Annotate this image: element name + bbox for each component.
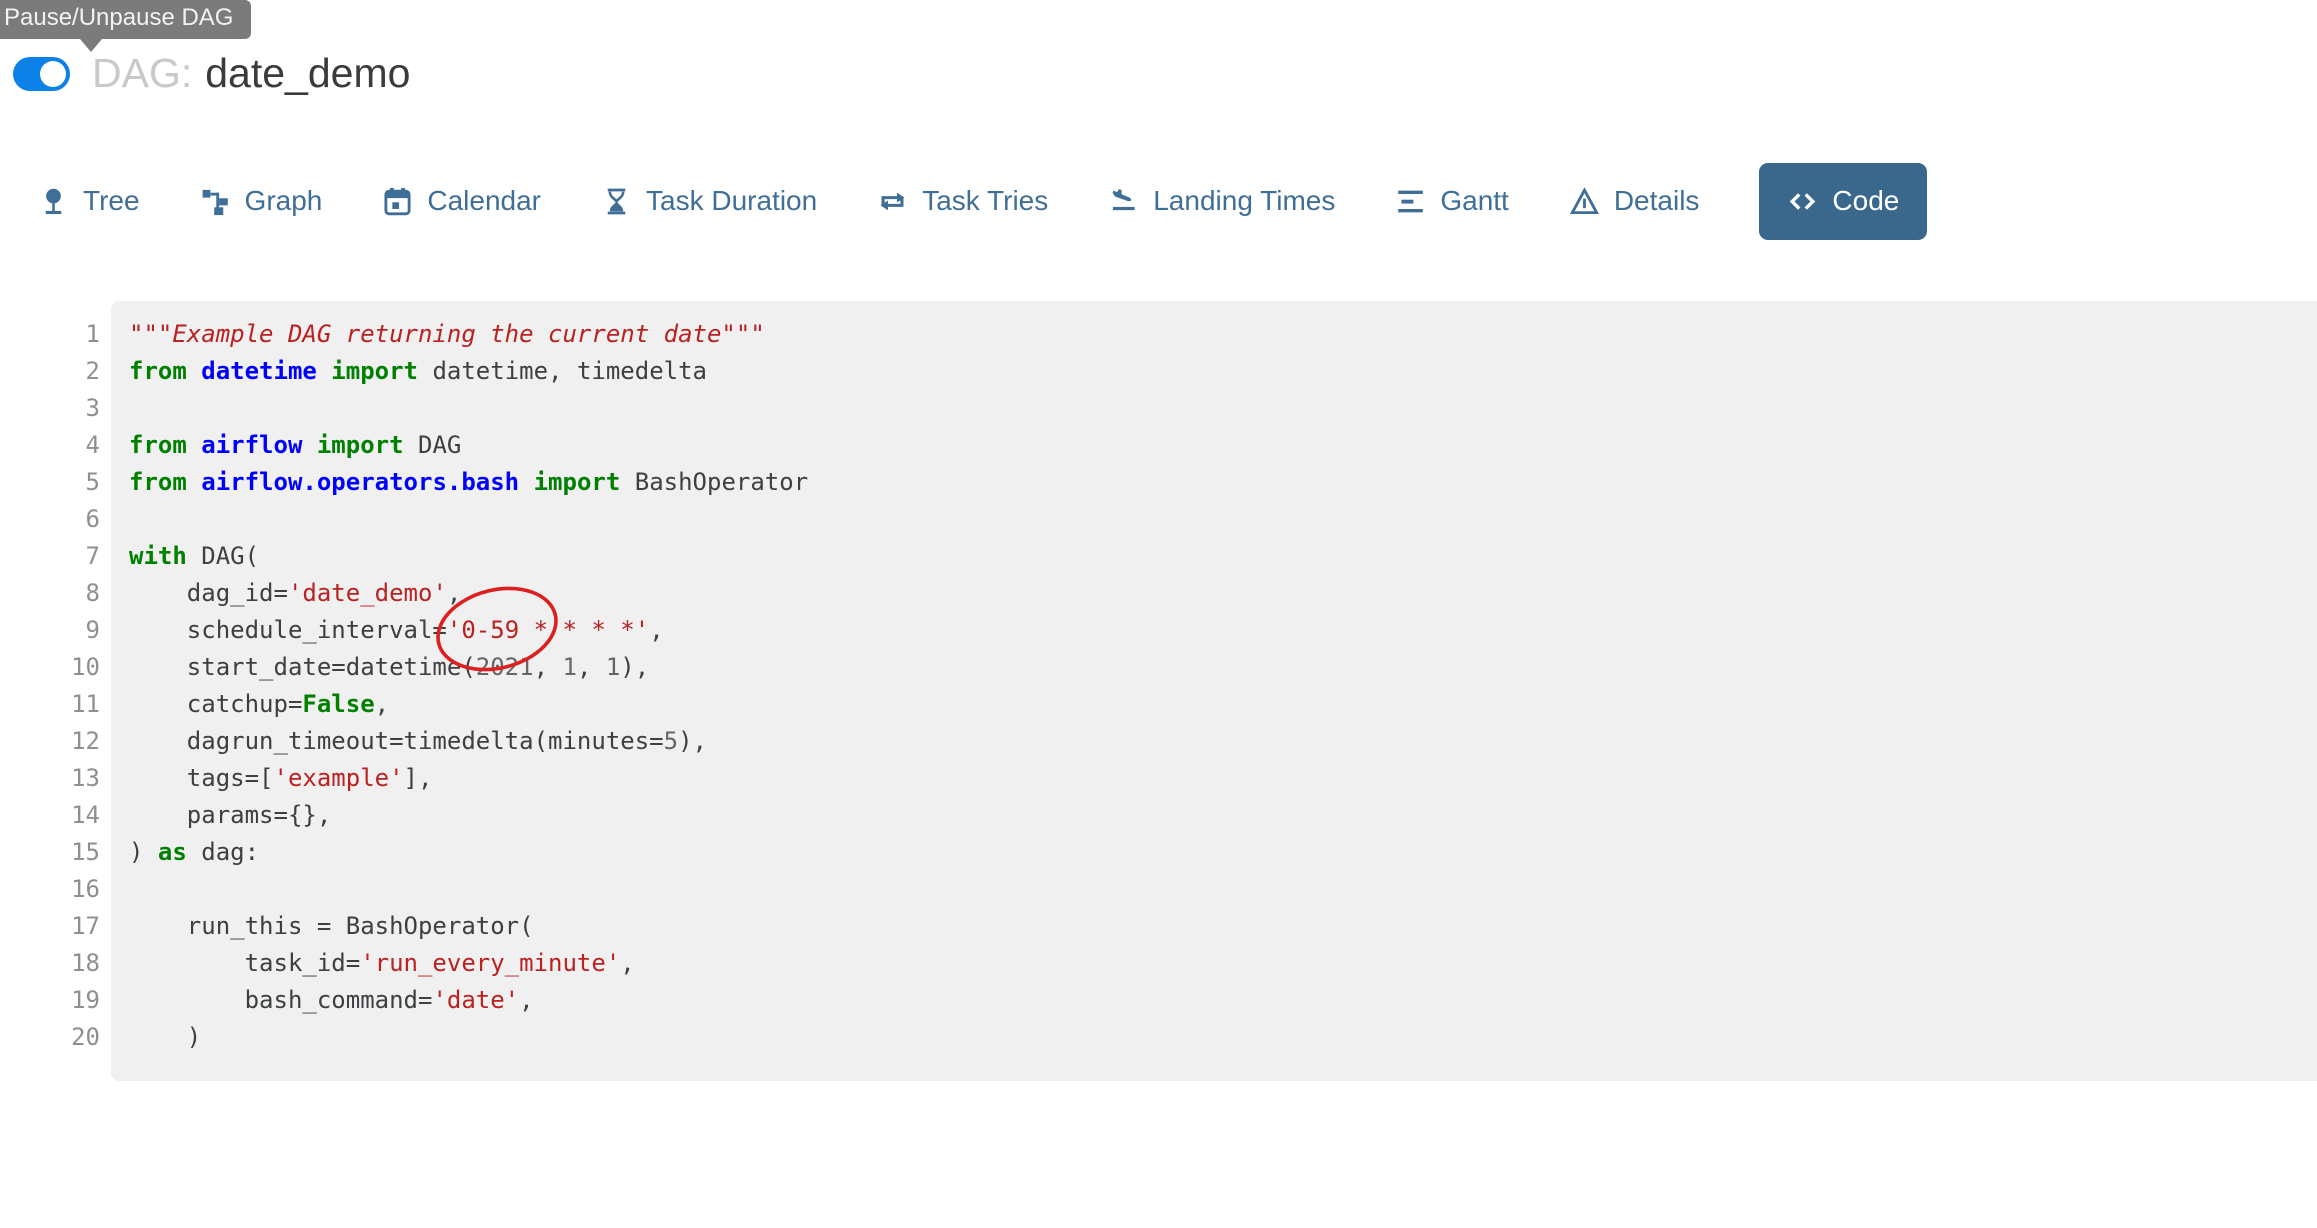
code-line: 13 tags=['example'], bbox=[0, 760, 2317, 797]
line-number: 16 bbox=[0, 871, 100, 908]
title-bar: DAG: date_demo bbox=[13, 50, 410, 97]
code-text: """Example DAG returning the current dat… bbox=[100, 316, 765, 353]
code-line: 19 bash_command='date', bbox=[0, 982, 2317, 1019]
code-line: 7with DAG( bbox=[0, 538, 2317, 575]
code-text: dag_id='date_demo', bbox=[100, 575, 461, 612]
view-tabs: Tree Graph Calendar Task D bbox=[38, 162, 1927, 240]
tab-label: Tree bbox=[83, 185, 140, 217]
line-number: 6 bbox=[0, 501, 100, 538]
tab-label: Code bbox=[1832, 185, 1899, 217]
code-line: 10 start_date=datetime(2021, 1, 1), bbox=[0, 649, 2317, 686]
page-title: DAG: date_demo bbox=[92, 50, 410, 97]
code-text: run_this = BashOperator( bbox=[100, 908, 534, 945]
line-number: 5 bbox=[0, 464, 100, 501]
tab-label: Calendar bbox=[427, 185, 541, 217]
tab-landing-times[interactable]: Landing Times bbox=[1108, 185, 1335, 217]
code-line: 11 catchup=False, bbox=[0, 686, 2317, 723]
annotation-ellipse bbox=[425, 577, 570, 682]
line-number: 17 bbox=[0, 908, 100, 945]
line-number: 3 bbox=[0, 390, 100, 427]
code-line: 15) as dag: bbox=[0, 834, 2317, 871]
tab-label: Task Tries bbox=[922, 185, 1048, 217]
code-line: 5from airflow.operators.bash import Bash… bbox=[0, 464, 2317, 501]
line-number: 8 bbox=[0, 575, 100, 612]
code-line: 14 params={}, bbox=[0, 797, 2317, 834]
line-number: 9 bbox=[0, 612, 100, 649]
details-icon bbox=[1569, 186, 1600, 217]
tab-task-duration[interactable]: Task Duration bbox=[601, 185, 817, 217]
pause-tooltip: Pause/Unpause DAG bbox=[0, 0, 251, 39]
code-icon bbox=[1787, 186, 1818, 217]
code-line: 8 dag_id='date_demo', bbox=[0, 575, 2317, 612]
tab-details[interactable]: Details bbox=[1569, 185, 1700, 217]
tab-label: Graph bbox=[245, 185, 323, 217]
tab-label: Task Duration bbox=[646, 185, 817, 217]
code-line: 3 bbox=[0, 390, 2317, 427]
dag-prefix: DAG: bbox=[92, 50, 192, 97]
code-lines: 1"""Example DAG returning the current da… bbox=[0, 316, 2317, 1056]
repeat-icon bbox=[877, 186, 908, 217]
plane-landing-icon bbox=[1108, 186, 1139, 217]
tab-task-tries[interactable]: Task Tries bbox=[877, 185, 1048, 217]
toggle-knob bbox=[40, 61, 66, 87]
dag-pause-toggle[interactable] bbox=[13, 57, 70, 91]
tab-label: Details bbox=[1614, 185, 1700, 217]
dag-name: date_demo bbox=[205, 50, 410, 97]
tab-tree[interactable]: Tree bbox=[38, 185, 140, 217]
line-number: 11 bbox=[0, 686, 100, 723]
line-number: 2 bbox=[0, 353, 100, 390]
tab-calendar[interactable]: Calendar bbox=[382, 185, 541, 217]
code-text: tags=['example'], bbox=[100, 760, 432, 797]
line-number: 19 bbox=[0, 982, 100, 1019]
code-text: params={}, bbox=[100, 797, 331, 834]
tab-label: Landing Times bbox=[1153, 185, 1335, 217]
code-text: catchup=False, bbox=[100, 686, 389, 723]
graph-icon bbox=[200, 186, 231, 217]
line-number: 14 bbox=[0, 797, 100, 834]
code-text: with DAG( bbox=[100, 538, 259, 575]
code-text: from datetime import datetime, timedelta bbox=[100, 353, 707, 390]
code-text: schedule_interval='0-59 * * * *', bbox=[100, 612, 664, 649]
tree-icon bbox=[38, 186, 69, 217]
tab-graph[interactable]: Graph bbox=[200, 185, 323, 217]
line-number: 15 bbox=[0, 834, 100, 871]
line-number: 1 bbox=[0, 316, 100, 353]
tab-code[interactable]: Code bbox=[1759, 163, 1927, 240]
code-line: 17 run_this = BashOperator( bbox=[0, 908, 2317, 945]
code-text: from airflow import DAG bbox=[100, 427, 461, 464]
line-number: 12 bbox=[0, 723, 100, 760]
code-text bbox=[100, 501, 129, 538]
code-line: 6 bbox=[0, 501, 2317, 538]
code-line: 12 dagrun_timeout=timedelta(minutes=5), bbox=[0, 723, 2317, 760]
line-number: 18 bbox=[0, 945, 100, 982]
code-line: 4from airflow import DAG bbox=[0, 427, 2317, 464]
code-view: 1"""Example DAG returning the current da… bbox=[0, 301, 2317, 1081]
code-text: ) as dag: bbox=[100, 834, 259, 871]
line-number: 20 bbox=[0, 1019, 100, 1056]
code-line: 1"""Example DAG returning the current da… bbox=[0, 316, 2317, 353]
code-line: 2from datetime import datetime, timedelt… bbox=[0, 353, 2317, 390]
tooltip-text: Pause/Unpause DAG bbox=[4, 4, 233, 31]
code-line: 18 task_id='run_every_minute', bbox=[0, 945, 2317, 982]
line-number: 7 bbox=[0, 538, 100, 575]
hourglass-icon bbox=[601, 186, 632, 217]
code-line: 9 schedule_interval='0-59 * * * *', bbox=[0, 612, 2317, 649]
tab-gantt[interactable]: Gantt bbox=[1395, 185, 1508, 217]
calendar-icon bbox=[382, 186, 413, 217]
dag-code-page: Pause/Unpause DAG DAG: date_demo Tree Gr… bbox=[0, 0, 2317, 1228]
code-text: ) bbox=[100, 1019, 201, 1056]
line-number: 4 bbox=[0, 427, 100, 464]
gantt-icon bbox=[1395, 186, 1426, 217]
code-text: task_id='run_every_minute', bbox=[100, 945, 635, 982]
tab-label: Gantt bbox=[1440, 185, 1508, 217]
line-number: 13 bbox=[0, 760, 100, 797]
code-text bbox=[100, 390, 129, 427]
code-text: from airflow.operators.bash import BashO… bbox=[100, 464, 808, 501]
code-line: 20 ) bbox=[0, 1019, 2317, 1056]
code-text: bash_command='date', bbox=[100, 982, 534, 1019]
code-text bbox=[100, 871, 129, 908]
code-text: dagrun_timeout=timedelta(minutes=5), bbox=[100, 723, 707, 760]
line-number: 10 bbox=[0, 649, 100, 686]
code-line: 16 bbox=[0, 871, 2317, 908]
